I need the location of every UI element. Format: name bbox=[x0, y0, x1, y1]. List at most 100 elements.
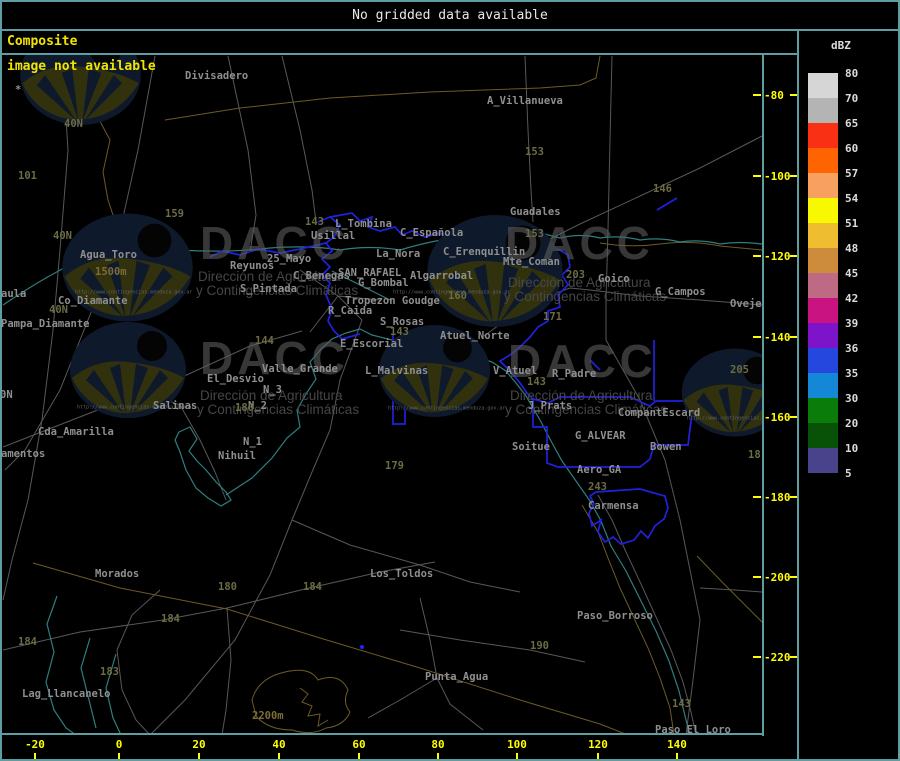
y-tick-label: -80 bbox=[764, 89, 784, 102]
map-label-town: El_Desvio bbox=[207, 373, 264, 385]
title-bar: No gridded data available bbox=[0, 0, 900, 29]
map-label-town: amentos bbox=[2, 448, 46, 460]
y-tick-label: -200 bbox=[764, 571, 791, 584]
dbz-label: 35 bbox=[845, 367, 859, 380]
field-row: Composite bbox=[0, 31, 795, 53]
map-label-num: 203 bbox=[566, 269, 585, 281]
map-label-town: aula bbox=[2, 288, 27, 300]
map-label-town: Reyunos bbox=[230, 260, 275, 272]
map-label-town: Nihuil bbox=[218, 450, 256, 462]
map-label-num: 146 bbox=[653, 183, 672, 195]
map-label-num: 184 bbox=[18, 636, 37, 648]
map-label-town: G_Bombal bbox=[358, 277, 409, 289]
dbz-swatch bbox=[808, 323, 838, 348]
map-label-town: Valle_Grande bbox=[262, 363, 338, 375]
map-label-num: 18 bbox=[748, 449, 761, 461]
map-label-contour: 2200m bbox=[252, 710, 284, 722]
dbz-label: 70 bbox=[845, 92, 859, 105]
map-label-num: 143 bbox=[527, 376, 546, 388]
dbz-swatch bbox=[808, 448, 838, 473]
map-label-town: * bbox=[15, 84, 22, 96]
map-label-town: Agua_Toro bbox=[80, 249, 137, 261]
map-label-town: L_Malvinas bbox=[365, 365, 429, 377]
dbz-label: 48 bbox=[845, 242, 859, 255]
map-label-num: 143 bbox=[672, 698, 691, 710]
x-tick-label: 140 bbox=[667, 738, 687, 751]
dbz-label: 30 bbox=[845, 392, 859, 405]
map-label-town: Bowen bbox=[650, 441, 682, 453]
dbz-swatch bbox=[808, 373, 838, 398]
map-label-town: G_ALVEAR bbox=[575, 430, 626, 442]
dbz-label: 5 bbox=[845, 467, 852, 480]
dbz-label: 65 bbox=[845, 117, 859, 130]
dbz-swatch bbox=[808, 223, 838, 248]
map-border-right bbox=[762, 55, 764, 736]
y-tick-label: -180 bbox=[764, 491, 791, 504]
map-label-town: R_Caida bbox=[328, 305, 373, 317]
map-label-town: Soitue bbox=[512, 441, 550, 453]
map-label-town: Los_Toldos bbox=[370, 568, 434, 580]
y-tick-label: -100 bbox=[764, 170, 791, 183]
map-label-num: 143 bbox=[390, 326, 409, 338]
dbz-label: 80 bbox=[845, 67, 859, 80]
dacc-logo-icon bbox=[681, 348, 762, 437]
map-label-town: E_Escorial bbox=[340, 338, 404, 350]
status-message: image not available bbox=[7, 59, 156, 74]
map-label-town: Atuel_Norte bbox=[440, 330, 510, 342]
map-label-num: 190 bbox=[530, 640, 549, 652]
map-label-num: 160 bbox=[448, 290, 467, 302]
map-label-num: 143 bbox=[305, 216, 324, 228]
map-label-town: CompantEscard bbox=[618, 407, 701, 419]
map-label-town: Oveje bbox=[730, 298, 762, 310]
map-label-town: Algarrobal bbox=[410, 270, 474, 282]
map-label-town: Morados bbox=[95, 568, 140, 580]
map-label-num: 179 bbox=[385, 460, 404, 472]
y-tick-mark bbox=[790, 416, 797, 418]
y-tick-mark bbox=[790, 255, 797, 257]
colorscale-title: dBZ bbox=[831, 39, 851, 52]
map-area[interactable]: DACC Dirección de Agricultura y Continge… bbox=[2, 55, 762, 733]
map-label-town: R_Padre bbox=[552, 368, 597, 380]
map-label-town: Punta_Agua bbox=[425, 671, 489, 683]
map-label-town: Mte_Coman bbox=[503, 256, 560, 268]
map-label-town: 0N bbox=[2, 389, 13, 401]
map-label-num: 205 bbox=[730, 364, 749, 376]
y-tick-mark bbox=[790, 656, 797, 658]
map-label-num: 40N bbox=[64, 118, 83, 130]
map-label-town: Pampa_Diamante bbox=[2, 318, 90, 330]
dbz-swatch bbox=[808, 173, 838, 198]
map-label-town: Carmensa bbox=[588, 500, 639, 512]
window-border-top bbox=[0, 0, 900, 2]
dbz-swatch bbox=[808, 198, 838, 223]
dbz-label: 51 bbox=[845, 217, 859, 230]
dbz-swatch bbox=[808, 348, 838, 373]
y-tick-mark bbox=[790, 94, 797, 96]
map-label-num: 101 bbox=[18, 170, 37, 182]
map-label-town: Cda_Amarilla bbox=[38, 426, 114, 438]
y-tick-mark bbox=[790, 336, 797, 338]
title-text: No gridded data available bbox=[352, 8, 548, 23]
map-label-contour: 1500m bbox=[95, 266, 127, 278]
x-tick-label: 100 bbox=[507, 738, 527, 751]
y-tick-mark bbox=[790, 175, 797, 177]
dbz-swatch bbox=[808, 248, 838, 273]
dbz-label: 57 bbox=[845, 167, 859, 180]
map-label-num: 183 bbox=[100, 666, 119, 678]
map-label-town: S_Pintada bbox=[240, 283, 297, 295]
map-label-num: 159 bbox=[165, 208, 184, 220]
dacc-url: http://www.contingencias.mendoza.gov.ar bbox=[388, 405, 506, 411]
scale-border-left bbox=[797, 29, 799, 761]
y-tick-mark bbox=[790, 576, 797, 578]
map-label-town: N_1 bbox=[243, 436, 262, 448]
map-label-town: C_Española bbox=[400, 227, 464, 239]
map-label-town: Goico bbox=[598, 273, 630, 285]
x-tick-label: -20 bbox=[25, 738, 45, 751]
y-tick-label: -160 bbox=[764, 411, 791, 424]
map-label-town: Divisadero bbox=[185, 70, 249, 82]
dbz-swatch bbox=[808, 98, 838, 123]
x-tick-label: 40 bbox=[272, 738, 286, 751]
titlebar-separator bbox=[0, 29, 900, 31]
map-label-num: 40N bbox=[53, 230, 72, 242]
map-label-num: 180 bbox=[218, 581, 237, 593]
x-tick-label: 20 bbox=[192, 738, 206, 751]
